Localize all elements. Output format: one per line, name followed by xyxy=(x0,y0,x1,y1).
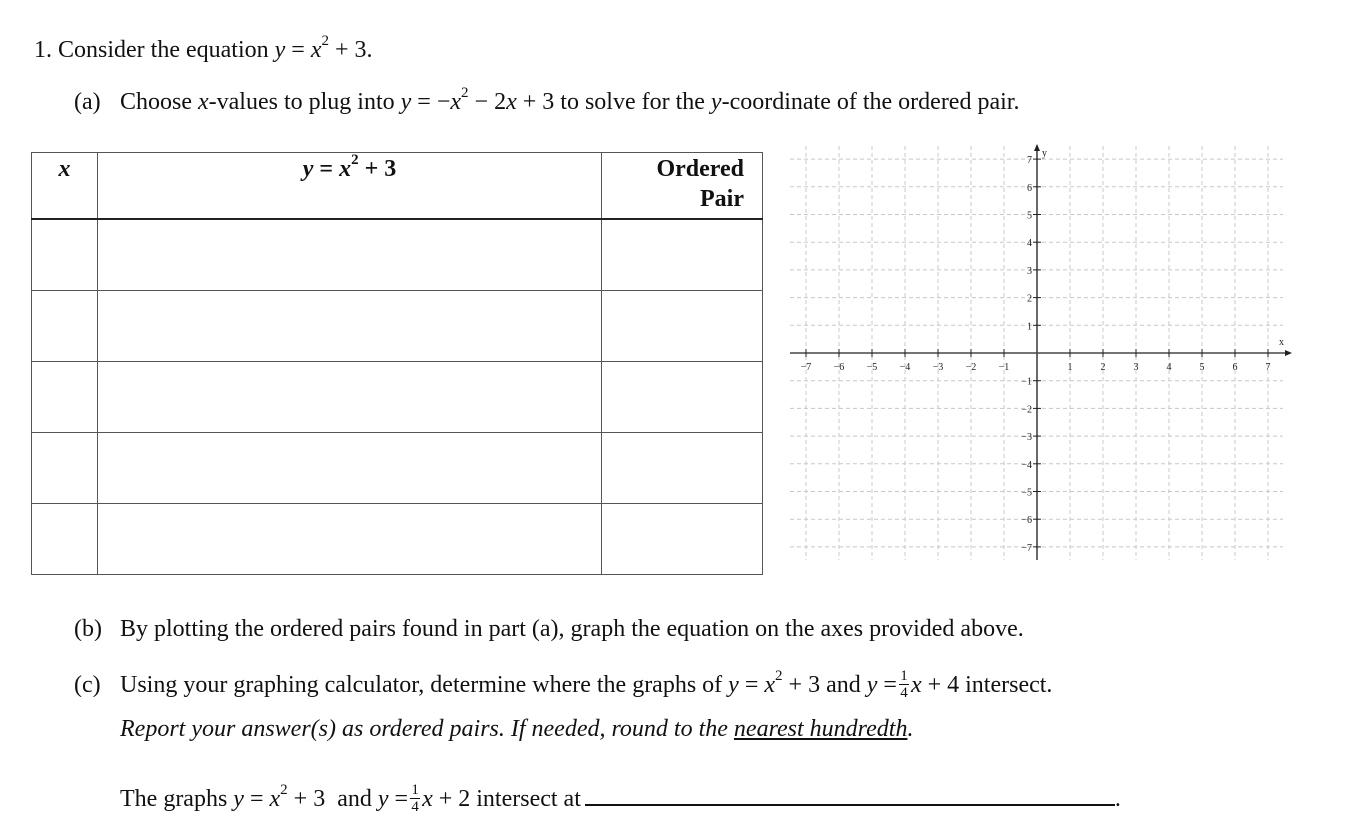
coordinate-plane[interactable]: −7 −6 −5 −4 −3 −2 −1 1 2 3 4 5 6 7 −7 −6 −5 −4 −3 −2 −1 1 2 3 4 5… xyxy=(780,140,1300,570)
part-c-eq1: y = x2 + 3 xyxy=(728,668,821,699)
answer-eq1: y = x2 + 3 xyxy=(233,782,326,813)
table-row xyxy=(31,361,763,433)
y-tick-label: −6 xyxy=(1021,515,1032,526)
x-tick-label: −5 xyxy=(867,362,878,373)
x-tick-label: −6 xyxy=(834,362,845,373)
y-tick-label: −2 xyxy=(1021,404,1032,415)
x-tick-label: −4 xyxy=(900,362,911,373)
x-tick-label: −3 xyxy=(933,362,944,373)
y-tick-label: 1 xyxy=(1027,321,1032,332)
question-header: 1. Consider the equation y = x2 + 3. xyxy=(34,33,373,65)
cell-pair[interactable] xyxy=(601,218,763,291)
part-c-prompt: (c) Using your graphing calculator, deter… xyxy=(74,667,1053,701)
y-tick-label: −5 xyxy=(1021,488,1032,499)
y-tick-label: −3 xyxy=(1021,432,1032,443)
header-equation: y = x2 + 3 xyxy=(97,152,602,220)
y-tick-label: 5 xyxy=(1027,211,1032,222)
y-axis-label: y xyxy=(1042,148,1047,159)
answer-eq2: y = 1 4 x + 2 xyxy=(377,781,471,815)
y-tick-label: −4 xyxy=(1021,460,1032,471)
cell-pair[interactable] xyxy=(601,361,763,433)
axes xyxy=(790,144,1292,560)
x-tick-label: −2 xyxy=(966,362,977,373)
table-row xyxy=(31,218,763,291)
question-intro: Consider the equation xyxy=(58,37,269,63)
cell-pair[interactable] xyxy=(601,432,763,504)
x-tick-label: −7 xyxy=(801,362,812,373)
cell-y[interactable] xyxy=(97,361,602,433)
cell-y[interactable] xyxy=(97,218,602,291)
y-tick-label: 7 xyxy=(1027,155,1032,166)
x-axis-label: x xyxy=(1279,337,1284,348)
part-a-equation: y = −x2 − 2x + 3 xyxy=(400,85,555,116)
part-c-label: (c) xyxy=(74,672,101,698)
x-axis-arrow-icon xyxy=(1285,350,1292,356)
question-number: 1. xyxy=(34,37,52,63)
table-row xyxy=(31,503,763,575)
cell-x[interactable] xyxy=(31,218,98,291)
table-header-row: x y = x2 + 3 Ordered Pair xyxy=(31,152,763,220)
cell-x[interactable] xyxy=(31,503,98,575)
y-tick-label: −7 xyxy=(1021,543,1032,554)
table-row xyxy=(31,290,763,362)
cell-x[interactable] xyxy=(31,361,98,433)
y-tick-label: 6 xyxy=(1027,183,1032,194)
y-axis-arrow-icon xyxy=(1034,144,1040,151)
cell-x[interactable] xyxy=(31,432,98,504)
part-a-label: (a) xyxy=(74,89,101,115)
cell-y[interactable] xyxy=(97,432,602,504)
table-row xyxy=(31,432,763,504)
x-tick-label: 3 xyxy=(1134,362,1139,373)
part-b-prompt: (b) By plotting the ordered pairs found i… xyxy=(74,614,1024,644)
cell-pair[interactable] xyxy=(601,290,763,362)
value-table: x y = x2 + 3 Ordered Pair xyxy=(31,152,763,575)
part-c-eq2: y = 1 4 x + 4 xyxy=(866,667,960,701)
x-tick-label: 4 xyxy=(1167,362,1172,373)
x-tick-label: −1 xyxy=(999,362,1010,373)
answer-line: The graphs y = x2 + 3 and y = 1 4 x + 2 int… xyxy=(120,781,1121,815)
x-tick-label: 7 xyxy=(1266,362,1271,373)
cell-pair[interactable] xyxy=(601,503,763,575)
x-tick-label: 5 xyxy=(1200,362,1205,373)
x-tick-label: 6 xyxy=(1233,362,1238,373)
cell-x[interactable] xyxy=(31,290,98,362)
y-tick-label: 3 xyxy=(1027,266,1032,277)
part-a-prompt: (a) Choose x-values to plug into y = −x2 … xyxy=(74,85,1020,116)
cell-y[interactable] xyxy=(97,290,602,362)
part-c-instruction: Report your answer(s) as ordered pairs. … xyxy=(120,716,914,742)
main-equation: y = x2 + 3. xyxy=(274,33,373,64)
part-b-text: By plotting the ordered pairs found in p… xyxy=(120,616,1024,642)
y-tick-label: −1 xyxy=(1021,377,1032,388)
part-b-label: (b) xyxy=(74,616,102,642)
header-x: x xyxy=(31,152,98,220)
x-tick-label: 2 xyxy=(1101,362,1106,373)
header-ordered-pair: Ordered Pair xyxy=(601,152,763,220)
answer-blank[interactable] xyxy=(584,782,1115,806)
y-tick-label: 2 xyxy=(1027,294,1032,305)
cell-y[interactable] xyxy=(97,503,602,575)
y-tick-label: 4 xyxy=(1027,238,1032,249)
x-tick-label: 1 xyxy=(1068,362,1073,373)
